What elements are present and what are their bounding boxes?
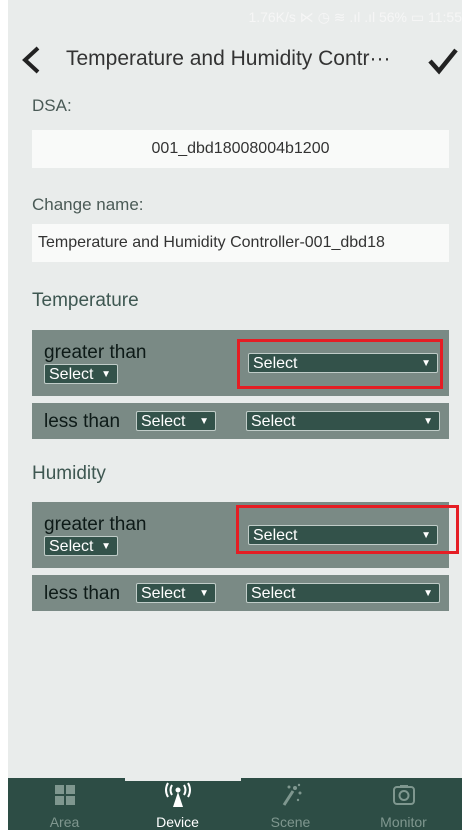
tab-monitor[interactable]: Monitor: [347, 778, 460, 830]
humidity-section-title: Humidity: [32, 463, 106, 484]
tab-scene[interactable]: Scene: [234, 778, 347, 830]
temperature-less-value-select[interactable]: Select ▼: [246, 411, 440, 431]
humidity-greater-operator-select[interactable]: Select ▼: [44, 536, 118, 556]
temperature-greater-label: greater than: [44, 342, 147, 363]
bottom-tab-bar: Area Device Scene Monitor: [8, 778, 462, 830]
change-name-label: Change name:: [32, 195, 144, 214]
change-name-input[interactable]: Temperature and Humidity Controller-001_…: [32, 224, 449, 262]
header-bar: Temperature and Humidity Contr···: [8, 38, 462, 84]
tab-device[interactable]: Device: [121, 778, 234, 830]
camera-icon: [392, 785, 415, 805]
humidity-greater-highlight: [236, 505, 459, 554]
temperature-less-label: less than: [44, 411, 121, 432]
temperature-greater-highlight: [237, 339, 443, 389]
humidity-less-row: less than Select ▼ Select ▼: [32, 575, 449, 611]
humidity-less-value-select[interactable]: Select ▼: [246, 583, 440, 603]
back-button[interactable]: [16, 43, 46, 77]
dsa-value-field: 001_dbd18008004b1200: [32, 130, 449, 168]
tab-scene-label: Scene: [270, 814, 311, 830]
temperature-greater-operator-select[interactable]: Select ▼: [44, 364, 118, 384]
dsa-label: DSA:: [32, 96, 72, 115]
status-bar: 1.76K/s ⋉ ◷ ≋ .ıl .ıl 56% ▭ 11:55: [8, 0, 462, 38]
dropdown-arrow-icon: ▼: [101, 541, 111, 552]
chevron-left-icon: [22, 46, 40, 74]
page-title: Temperature and Humidity Contr···: [66, 47, 420, 71]
tab-scene-icon-wrap: [234, 782, 347, 808]
humidity-greater-label: greater than: [44, 514, 147, 535]
select-text: Select: [251, 585, 296, 602]
dropdown-arrow-icon: ▼: [423, 416, 433, 427]
page-title-text: Temperature and Humidity Contr: [66, 47, 370, 70]
temperature-less-row: less than Select ▼ Select ▼: [32, 403, 449, 439]
dropdown-arrow-icon: ▼: [101, 369, 111, 380]
tab-area-label: Area: [49, 814, 80, 830]
app-screen: 1.76K/s ⋉ ◷ ≋ .ıl .ıl 56% ▭ 11:55 Temper…: [8, 0, 462, 830]
select-text: Select: [49, 366, 94, 383]
select-text: Select: [141, 585, 186, 602]
grid-icon: [54, 785, 75, 805]
tab-monitor-icon-wrap: [347, 782, 460, 808]
select-text: Select: [141, 413, 186, 430]
scene-icon: [282, 783, 301, 806]
temperature-section-title: Temperature: [32, 290, 139, 311]
tab-area[interactable]: Area: [8, 778, 121, 830]
status-bar-text: 1.76K/s ⋉ ◷ ≋ .ıl .ıl 56% ▭ 11:55: [248, 9, 462, 25]
humidity-less-label: less than: [44, 583, 121, 604]
title-ellipsis: ···: [369, 47, 391, 70]
confirm-button[interactable]: [426, 44, 460, 78]
humidity-less-operator-select[interactable]: Select ▼: [136, 583, 216, 603]
tab-monitor-label: Monitor: [380, 814, 427, 830]
dropdown-arrow-icon: ▼: [423, 588, 433, 599]
dropdown-arrow-icon: ▼: [199, 416, 209, 427]
select-text: Select: [251, 413, 296, 430]
antenna-icon: [164, 782, 191, 807]
checkmark-icon: [428, 48, 458, 75]
tab-device-label: Device: [156, 814, 199, 830]
temperature-less-operator-select[interactable]: Select ▼: [136, 411, 216, 431]
select-text: Select: [49, 538, 94, 555]
tab-device-icon-wrap: [121, 782, 234, 808]
dropdown-arrow-icon: ▼: [199, 588, 209, 599]
tab-area-icon-wrap: [8, 782, 121, 808]
